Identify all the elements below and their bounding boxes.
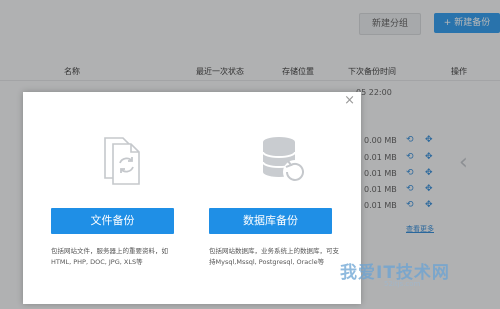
db-backup-option: 数据库备份 包括网站数据库，业务系统上的数据库，可支持Mysql,Mssql, … bbox=[209, 92, 359, 304]
file-backup-description: 包括网站文件，服务器上的重要资料，如HTML, PHP, DOC, JPG, X… bbox=[51, 247, 168, 266]
backup-page: 新建分组 + 新建备份 名称 最近一次状态 存储位置 下次备份时间 操作 05 … bbox=[0, 0, 500, 309]
file-backup-button[interactable]: 文件备份 bbox=[51, 208, 174, 234]
file-backup-option: 文件备份 包括网站文件，服务器上的重要资料，如HTML, PHP, DOC, J… bbox=[51, 92, 201, 304]
file-documents-icon bbox=[104, 137, 140, 185]
watermark-url: 52itjs.com bbox=[384, 280, 421, 288]
backup-type-modal: × 文件备份 包括网站文件，服务器上的重要资料，如HTML, PHP, DOC,… bbox=[23, 92, 361, 304]
db-backup-description: 包括网站数据库，业务系统上的数据库，可支持Mysql,Mssql, Postgr… bbox=[209, 247, 339, 266]
db-backup-button[interactable]: 数据库备份 bbox=[209, 208, 332, 234]
database-restore-icon bbox=[262, 137, 307, 184]
